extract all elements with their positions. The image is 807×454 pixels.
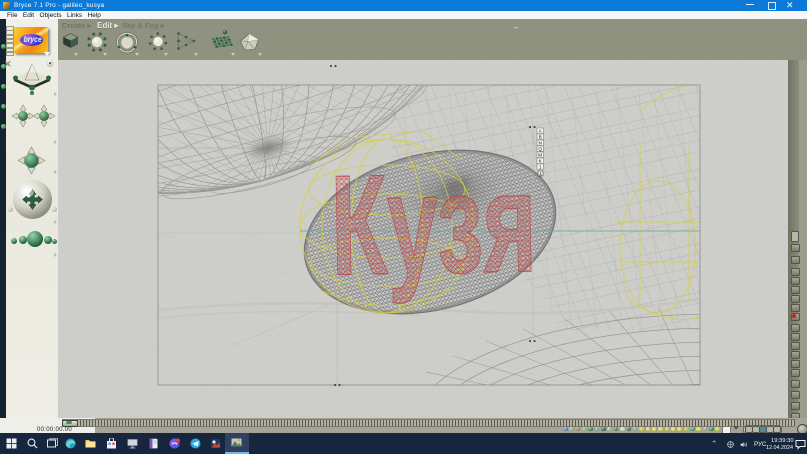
svg-text:M: M (538, 153, 542, 158)
svg-text:N: N (539, 141, 542, 146)
svg-text:1: 1 (539, 165, 542, 170)
svg-text:Q: Q (538, 147, 542, 152)
svg-text:B: B (539, 135, 542, 140)
svg-text:Кузя: Кузя (329, 143, 538, 306)
